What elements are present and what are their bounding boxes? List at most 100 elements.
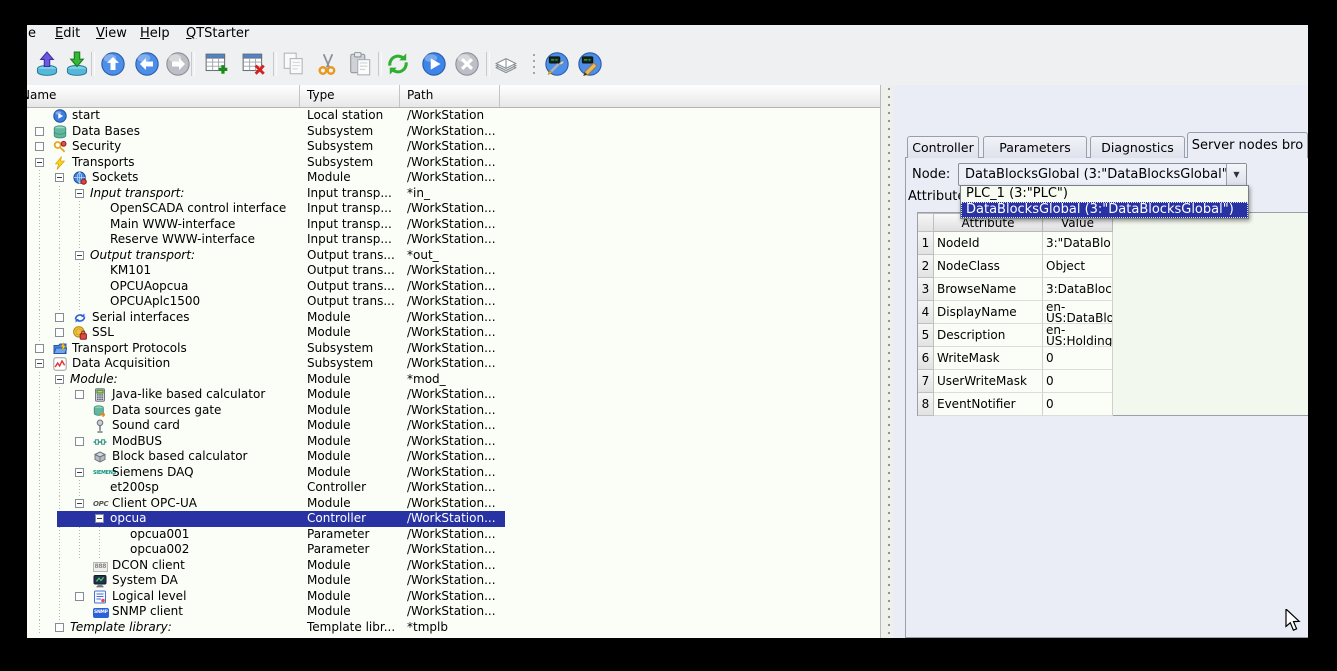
menu-item-e[interactable]: e xyxy=(28,26,36,41)
tab-controller[interactable]: Controller xyxy=(907,136,979,158)
menu-item-view[interactable]: View xyxy=(96,26,127,41)
attribute-cell[interactable]: UserWriteMask xyxy=(934,370,1043,393)
tree-row-system-da[interactable]: System DAModule/WorkStation... xyxy=(27,573,880,589)
expand-toggle-icon[interactable] xyxy=(55,313,64,322)
value-cell[interactable]: en- US:Holding xyxy=(1043,324,1113,347)
collapse-toggle-icon[interactable] xyxy=(55,173,64,182)
menu-item-edit[interactable]: Edit xyxy=(55,26,80,41)
value-cell[interactable]: en- US:DataBlo xyxy=(1043,301,1113,324)
collapse-toggle-icon[interactable] xyxy=(75,499,84,508)
tree-row-output-transport[interactable]: Output transport:Output trans...*out_ xyxy=(27,248,880,264)
expand-toggle-icon[interactable] xyxy=(55,623,64,632)
tree-row-opcuaopcua[interactable]: OPCUAopcuaOutput trans.../WorkStation... xyxy=(27,279,880,295)
tree-row-data-acquisition[interactable]: Data AcquisitionSubsystem/WorkStation... xyxy=(27,356,880,372)
refresh-button[interactable] xyxy=(384,50,412,78)
tab-diagnostics[interactable]: Diagnostics xyxy=(1090,136,1185,158)
load-from-db-button[interactable] xyxy=(33,50,61,78)
tree-row-openscada-control-interface[interactable]: OpenSCADA control interfaceInput transp.… xyxy=(27,201,880,217)
tree-row-block-based-calculator[interactable]: Block based calculatorModule/WorkStation… xyxy=(27,449,880,465)
chevron-down-icon[interactable]: ▼ xyxy=(1226,164,1246,185)
value-cell[interactable]: 3:DataBloc xyxy=(1043,278,1113,301)
splitter-handle[interactable] xyxy=(881,85,893,638)
tree-row-start[interactable]: startLocal station/WorkStation xyxy=(27,108,880,124)
tree-row-et200sp[interactable]: et200spController/WorkStation... xyxy=(27,480,880,496)
tree-row-sound-card[interactable]: Sound cardModule/WorkStation... xyxy=(27,418,880,434)
expand-toggle-icon[interactable] xyxy=(75,437,84,446)
attribute-cell[interactable]: WriteMask xyxy=(934,347,1043,370)
tab-server-nodes-bro[interactable]: Server nodes bro xyxy=(1187,132,1308,158)
collapse-toggle-icon[interactable] xyxy=(75,189,84,198)
collapse-toggle-icon[interactable] xyxy=(35,158,44,167)
tree-row-template-library[interactable]: Template library:Template libr...*tmplb xyxy=(27,620,880,636)
tree-row-client-opc-ua[interactable]: OPCClient OPC-UAModule/WorkStation... xyxy=(27,496,880,512)
expand-toggle-icon[interactable] xyxy=(75,390,84,399)
paste-item-button[interactable] xyxy=(347,50,375,78)
save-to-db-button[interactable] xyxy=(63,50,91,78)
tree-header-name[interactable]: Name xyxy=(27,85,300,107)
tree-row-opcua002[interactable]: opcua002Parameter/WorkStation... xyxy=(27,542,880,558)
tree-row-input-transport[interactable]: Input transport:Input transp...*in_ xyxy=(27,186,880,202)
tree-row-opcuaplc1500[interactable]: OPCUAplc1500Output trans.../WorkStation.… xyxy=(27,294,880,310)
tree-row-opcua[interactable]: opcuaController/WorkStation... xyxy=(27,511,880,527)
menu-item-help[interactable]: Help xyxy=(140,26,170,41)
tree-row-sockets[interactable]: SocketsModule/WorkStation... xyxy=(27,170,880,186)
value-cell[interactable]: Object xyxy=(1043,255,1113,278)
tree-row-java-like-based-calculator[interactable]: Java-like based calculatorModule/WorkSta… xyxy=(27,387,880,403)
dropdown-option-datablocksglobal-3-datablocksglobal[interactable]: DataBlocksGlobal (3:"DataBlocksGlobal") xyxy=(961,202,1248,218)
tree-row-data-bases[interactable]: Data BasesSubsystem/WorkStation... xyxy=(27,124,880,140)
collapse-toggle-icon[interactable] xyxy=(35,359,44,368)
tree-header-type[interactable]: Type xyxy=(300,85,400,107)
expand-toggle-icon[interactable] xyxy=(35,142,44,151)
attribute-cell[interactable]: BrowseName xyxy=(934,278,1043,301)
copy-item-button[interactable] xyxy=(280,50,308,78)
tree-row-siemens-daq[interactable]: SIEMENSSiemens DAQModule/WorkStation... xyxy=(27,465,880,481)
attribute-cell[interactable]: EventNotifier xyxy=(934,393,1043,416)
tree-row-serial-interfaces[interactable]: Serial interfacesModule/WorkStation... xyxy=(27,310,880,326)
tree-row-modbus[interactable]: ModBUSModule/WorkStation... xyxy=(27,434,880,450)
tree-row-transports[interactable]: TransportsSubsystem/WorkStation... xyxy=(27,155,880,171)
attribute-cell[interactable]: NodeClass xyxy=(934,255,1043,278)
stop-button[interactable] xyxy=(453,50,481,78)
value-cell[interactable]: 3:"DataBlo xyxy=(1043,232,1113,255)
value-cell[interactable]: 0 xyxy=(1043,393,1113,416)
dropdown-option-plc-1-3-plc[interactable]: PLC_1 (3:"PLC") xyxy=(961,186,1248,202)
attribute-cell[interactable]: Description xyxy=(934,324,1043,347)
expand-toggle-icon[interactable] xyxy=(75,592,84,601)
attribute-cell[interactable]: NodeId xyxy=(934,232,1043,255)
toolbar-drag-handle[interactable] xyxy=(532,52,536,78)
delete-item-button[interactable] xyxy=(240,50,268,78)
start-button[interactable] xyxy=(420,50,448,78)
qtcfg-config-button[interactable] xyxy=(543,50,571,78)
manual-button[interactable] xyxy=(492,50,520,78)
node-combobox[interactable]: DataBlocksGlobal (3:"DataBlocksGlobal") … xyxy=(958,163,1247,186)
menu-item-qtstarter[interactable]: QTStarter xyxy=(186,26,249,41)
tree-row-ssl[interactable]: SSLModule/WorkStation... xyxy=(27,325,880,341)
tree-row-opcua001[interactable]: opcua001Parameter/WorkStation... xyxy=(27,527,880,543)
value-cell[interactable]: 0 xyxy=(1043,347,1113,370)
qtcfg-edit-button[interactable] xyxy=(576,50,604,78)
tree-row-km101[interactable]: KM101Output trans.../WorkStation... xyxy=(27,263,880,279)
expand-toggle-icon[interactable] xyxy=(55,328,64,337)
expand-toggle-icon[interactable] xyxy=(35,127,44,136)
forward-button[interactable] xyxy=(164,50,192,78)
tree-row-data-sources-gate[interactable]: Data sources gateModule/WorkStation... xyxy=(27,403,880,419)
tree-header-path[interactable]: Path xyxy=(400,85,500,107)
cut-item-button[interactable] xyxy=(314,50,342,78)
tree-row-module[interactable]: Module:Module*mod_ xyxy=(27,372,880,388)
tree-row-main-www-interface[interactable]: Main WWW-interfaceInput transp.../WorkSt… xyxy=(27,217,880,233)
tree-row-security[interactable]: SecuritySubsystem/WorkStation... xyxy=(27,139,880,155)
collapse-toggle-icon[interactable] xyxy=(75,468,84,477)
add-item-button[interactable] xyxy=(203,50,231,78)
tab-parameters[interactable]: Parameters xyxy=(983,136,1087,158)
expand-toggle-icon[interactable] xyxy=(35,344,44,353)
tree-row-reserve-www-interface[interactable]: Reserve WWW-interfaceInput transp.../Wor… xyxy=(27,232,880,248)
up-button[interactable] xyxy=(99,50,127,78)
collapse-toggle-icon[interactable] xyxy=(55,375,64,384)
value-cell[interactable]: 0 xyxy=(1043,370,1113,393)
collapse-toggle-icon[interactable] xyxy=(75,251,84,260)
attribute-cell[interactable]: DisplayName xyxy=(934,301,1043,324)
tree-row-transport-protocols[interactable]: Transport ProtocolsSubsystem/WorkStation… xyxy=(27,341,880,357)
tree-row-dcon-client[interactable]: 888DCON clientModule/WorkStation... xyxy=(27,558,880,574)
tree-row-snmp-client[interactable]: SNMPSNMP clientModule/WorkStation... xyxy=(27,604,880,620)
collapse-toggle-icon[interactable] xyxy=(95,514,104,523)
